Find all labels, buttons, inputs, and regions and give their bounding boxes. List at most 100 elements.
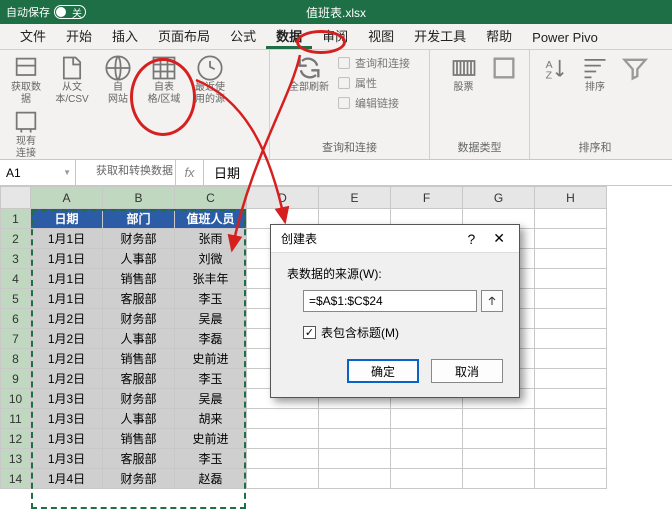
cell[interactable]: [319, 469, 391, 489]
row-header-3[interactable]: 3: [1, 249, 31, 269]
row-header-5[interactable]: 5: [1, 289, 31, 309]
cell[interactable]: [247, 409, 319, 429]
tab-数据[interactable]: 数据: [266, 22, 312, 49]
col-header-C[interactable]: C: [175, 187, 247, 209]
fx-icon[interactable]: fx: [176, 160, 204, 185]
cell[interactable]: [463, 449, 535, 469]
tab-插入[interactable]: 插入: [102, 22, 148, 49]
cell[interactable]: [535, 269, 607, 289]
col-header-D[interactable]: D: [247, 187, 319, 209]
cell[interactable]: [463, 469, 535, 489]
cell[interactable]: 张丰年: [175, 269, 247, 289]
col-header-E[interactable]: E: [319, 187, 391, 209]
col-header-A[interactable]: A: [31, 187, 103, 209]
more-datatypes[interactable]: [490, 54, 518, 94]
dialog-help-icon[interactable]: ?: [457, 231, 485, 247]
tab-开始[interactable]: 开始: [56, 22, 102, 49]
cell[interactable]: 1月3日: [31, 429, 103, 449]
tab-文件[interactable]: 文件: [10, 22, 56, 49]
tab-页面布局[interactable]: 页面布局: [148, 22, 220, 49]
tab-开发工具[interactable]: 开发工具: [404, 22, 476, 49]
col-header-F[interactable]: F: [391, 187, 463, 209]
row-header-12[interactable]: 12: [1, 429, 31, 449]
cell[interactable]: 销售部: [103, 269, 175, 289]
cell[interactable]: [535, 469, 607, 489]
cell[interactable]: 客服部: [103, 369, 175, 389]
cell[interactable]: 销售部: [103, 349, 175, 369]
ribbon-item-属性[interactable]: 属性: [335, 74, 412, 92]
cell[interactable]: [535, 449, 607, 469]
col-header-B[interactable]: B: [103, 187, 175, 209]
ribbon-button-最近使用的源[interactable]: 最近使用的源: [188, 54, 232, 106]
cell[interactable]: 1月2日: [31, 369, 103, 389]
ribbon-button-从文本/CSV[interactable]: 从文本/CSV: [50, 54, 94, 106]
cell[interactable]: 1月2日: [31, 309, 103, 329]
cell[interactable]: 财务部: [103, 469, 175, 489]
cell[interactable]: [319, 429, 391, 449]
cell[interactable]: 1月3日: [31, 409, 103, 429]
tab-公式[interactable]: 公式: [220, 22, 266, 49]
cell[interactable]: 1月1日: [31, 289, 103, 309]
cell[interactable]: 人事部: [103, 409, 175, 429]
col-header-H[interactable]: H: [535, 187, 607, 209]
cell[interactable]: 销售部: [103, 429, 175, 449]
stocks-button[interactable]: 股票: [442, 54, 486, 94]
ok-button[interactable]: 确定: [347, 359, 419, 383]
cell[interactable]: 1月3日: [31, 449, 103, 469]
cell[interactable]: [319, 409, 391, 429]
cell[interactable]: 1月1日: [31, 269, 103, 289]
cell[interactable]: [535, 249, 607, 269]
row-header-11[interactable]: 11: [1, 409, 31, 429]
cell[interactable]: 人事部: [103, 329, 175, 349]
cell[interactable]: [535, 349, 607, 369]
cell[interactable]: 值班人员: [175, 209, 247, 229]
name-box[interactable]: A1▼: [0, 160, 76, 185]
cell[interactable]: [535, 389, 607, 409]
ribbon-item-查询和连接[interactable]: 查询和连接: [335, 54, 412, 72]
ribbon-button-现有连接[interactable]: 现有连接: [4, 108, 48, 160]
row-header-2[interactable]: 2: [1, 229, 31, 249]
cell[interactable]: [535, 329, 607, 349]
cancel-button[interactable]: 取消: [431, 359, 503, 383]
cell[interactable]: [535, 229, 607, 249]
cell[interactable]: 1月2日: [31, 349, 103, 369]
cell[interactable]: [391, 469, 463, 489]
cell[interactable]: [535, 309, 607, 329]
cell[interactable]: 财务部: [103, 309, 175, 329]
row-header-8[interactable]: 8: [1, 349, 31, 369]
cell[interactable]: 1月4日: [31, 469, 103, 489]
cell[interactable]: 刘微: [175, 249, 247, 269]
headers-checkbox[interactable]: ✓: [303, 326, 316, 339]
row-header-6[interactable]: 6: [1, 309, 31, 329]
cell[interactable]: 财务部: [103, 389, 175, 409]
cell[interactable]: [535, 409, 607, 429]
refresh-all-button[interactable]: 全部刷新: [287, 54, 331, 112]
cell[interactable]: [391, 449, 463, 469]
cell[interactable]: 史前进: [175, 349, 247, 369]
cell[interactable]: 胡来: [175, 409, 247, 429]
sort-asc-button[interactable]: AZ: [541, 54, 569, 94]
range-picker-icon[interactable]: [481, 290, 503, 312]
cell[interactable]: 李玉: [175, 289, 247, 309]
cell[interactable]: 客服部: [103, 449, 175, 469]
cell[interactable]: [535, 289, 607, 309]
cell[interactable]: [391, 409, 463, 429]
cell[interactable]: 1月1日: [31, 229, 103, 249]
cell[interactable]: 1月3日: [31, 389, 103, 409]
cell[interactable]: [535, 429, 607, 449]
ribbon-item-编辑链接[interactable]: 编辑链接: [335, 94, 412, 112]
row-header-7[interactable]: 7: [1, 329, 31, 349]
cell[interactable]: 1月2日: [31, 329, 103, 349]
cell[interactable]: 客服部: [103, 289, 175, 309]
cell[interactable]: 1月1日: [31, 249, 103, 269]
cell[interactable]: [247, 469, 319, 489]
row-header-10[interactable]: 10: [1, 389, 31, 409]
cell[interactable]: 吴晨: [175, 309, 247, 329]
cell[interactable]: 财务部: [103, 229, 175, 249]
sort-button[interactable]: 排序: [573, 54, 617, 94]
filter-button[interactable]: [621, 54, 649, 94]
col-header-G[interactable]: G: [463, 187, 535, 209]
row-header-4[interactable]: 4: [1, 269, 31, 289]
cell[interactable]: [463, 429, 535, 449]
row-header-13[interactable]: 13: [1, 449, 31, 469]
